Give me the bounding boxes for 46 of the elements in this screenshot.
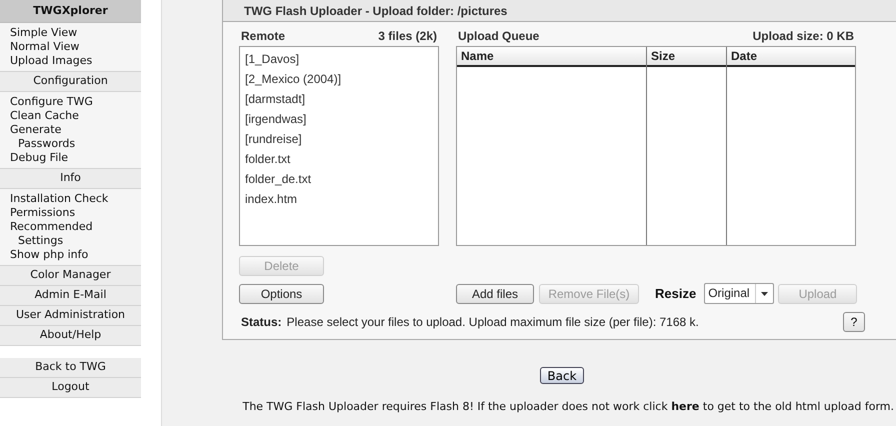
sidebar-link[interactable]: Show php info — [10, 248, 120, 262]
sidebar-menu-item[interactable]: About/Help — [0, 326, 141, 346]
sidebar-title: TWGXplorer — [0, 0, 141, 23]
sidebar-link[interactable]: Upload Images — [10, 54, 120, 68]
file-list-item[interactable]: [darmstadt] — [245, 89, 438, 109]
queue-label: Upload Queue — [458, 28, 540, 45]
sidebar-menu-item[interactable]: Color Manager — [0, 266, 141, 286]
remote-label: Remote — [241, 28, 286, 45]
file-list-item[interactable]: [1_Davos] — [245, 49, 438, 69]
file-list-item[interactable]: index.htm — [245, 189, 438, 209]
sidebar-link[interactable]: Normal View — [10, 40, 120, 54]
file-list-item[interactable]: [irgendwas] — [245, 109, 438, 129]
file-list-item[interactable]: [2_Mexico (2004)] — [245, 69, 438, 89]
sidebar-menu-item[interactable]: Admin E-Mail — [0, 286, 141, 306]
sidebar-menu-item[interactable]: Configuration — [0, 72, 141, 92]
sidebar-menu-item[interactable]: Logout — [0, 378, 141, 398]
options-button[interactable]: Options — [239, 284, 324, 304]
status-label: Status: — [241, 314, 282, 331]
sidebar-link[interactable]: Clean Cache — [10, 109, 120, 123]
sidebar-menu-item[interactable]: Info — [0, 169, 141, 189]
file-list-item[interactable]: [rundreise] — [245, 129, 438, 149]
add-files-button[interactable]: Add files — [456, 284, 534, 304]
sidebar-link[interactable]: Permissions — [10, 206, 120, 220]
sidebar-link[interactable]: Recommended Settings — [10, 220, 120, 248]
resize-label: Resize — [655, 284, 696, 303]
back-button[interactable]: Back — [540, 367, 584, 384]
status-text: Please select your files to upload. Upload maximum file size (per file): 7168 k. — [286, 314, 699, 331]
footer-note: The TWG Flash Uploader requires Flash 8! If the uploader does not work click here to get to the old html upload form. — [242, 399, 894, 415]
column-header[interactable]: Size — [647, 47, 726, 67]
sidebar-link[interactable]: Debug File — [10, 151, 120, 165]
resize-select[interactable]: Original — [704, 283, 774, 304]
sidebar-menu-item[interactable]: User Administration — [0, 306, 141, 326]
dropdown-caret-icon — [761, 292, 768, 296]
column-header[interactable]: Name — [457, 47, 646, 67]
sidebar-link[interactable]: Generate Passwords — [10, 123, 120, 151]
file-list-item[interactable]: folder_de.txt — [245, 169, 438, 189]
column-header[interactable]: Date — [727, 47, 855, 67]
sidebar-link[interactable]: Simple View — [10, 26, 120, 40]
sidebar-link[interactable]: Installation Check — [10, 192, 120, 206]
help-button[interactable]: ? — [843, 312, 865, 332]
file-list-item[interactable]: folder.txt — [245, 149, 438, 169]
upload-size: Upload size: 0 KB — [752, 28, 854, 45]
panel-title: TWG Flash Uploader - Upload folder: /pictures — [223, 0, 896, 22]
sidebar-link[interactable]: Configure TWG — [10, 95, 120, 109]
sidebar-menu-item[interactable]: Back to TWG — [0, 358, 141, 378]
file-count: 3 files (2k) — [378, 28, 437, 45]
